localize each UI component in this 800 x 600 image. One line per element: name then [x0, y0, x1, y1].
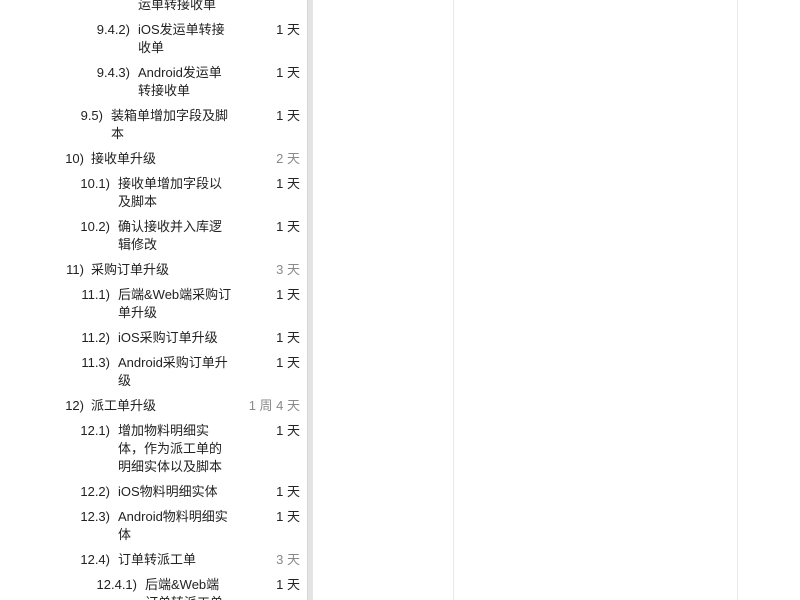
task-number: 10.2)	[80, 219, 110, 234]
task-number: 9.5)	[80, 108, 103, 123]
task-duration: 3 天	[276, 552, 300, 567]
task-number: 11.3)	[81, 355, 110, 370]
task-duration: 1 天	[276, 287, 300, 302]
task-number: 11)	[66, 262, 84, 277]
timeline-panel	[313, 0, 800, 600]
task-number: 9.4.3)	[96, 65, 130, 80]
task-duration: 1 天	[276, 108, 300, 123]
task-duration: 1 天	[276, 509, 300, 524]
task-duration: 1 天	[276, 423, 300, 438]
task-title: 派工单升级	[91, 398, 157, 413]
task-title: 接收单增加字段以及脚本	[118, 176, 223, 209]
task-title: iOS采购订单升级	[118, 330, 218, 345]
task-title: Android采购订单升级	[118, 355, 228, 388]
task-title: Android发运单转接收单	[138, 65, 222, 98]
task-title: iOS发运单转接收单	[138, 22, 225, 55]
task-title: 确认接收并入库逻辑修改	[118, 219, 223, 252]
task-number: 10.1)	[80, 176, 110, 191]
task-duration: 1 天	[276, 484, 300, 499]
task-number: 12.3)	[80, 509, 110, 524]
task-duration: 1 天	[276, 355, 300, 370]
task-number: 12)	[65, 398, 84, 413]
task-title: 采购订单升级	[91, 262, 170, 277]
task-title: 运单转接收单	[138, 0, 217, 12]
task-duration: 1 天	[276, 330, 300, 345]
task-duration: 2 天	[276, 151, 300, 166]
task-title: 订单转派工单	[118, 552, 197, 567]
timeline-column-divider	[453, 0, 454, 600]
task-title: 后端&Web端采购订单升级	[118, 287, 232, 320]
task-duration: 1 天	[276, 65, 300, 80]
task-number: 11.1)	[81, 287, 110, 302]
task-number: 11.2)	[81, 330, 110, 345]
task-number: 9.4.2)	[96, 22, 130, 37]
timeline-column-divider	[737, 0, 738, 600]
task-title: iOS物料明细实体	[118, 484, 218, 499]
task-title: 增加物料明细实体，作为派工单的明细实体以及脚本	[118, 423, 223, 474]
task-title: 装箱单增加字段及脚本	[111, 108, 229, 141]
task-number: 12.4.1)	[96, 577, 137, 592]
task-title: 后端&Web端订单转派工单	[145, 577, 223, 600]
task-duration: 1 天	[276, 22, 300, 37]
task-duration: 1 天	[276, 577, 300, 592]
task-outline-panel: 运单转接收单 9.4.2) iOS发运单转接收单 1 天 9.4.3) Android发运…	[0, 0, 307, 600]
task-number: 12.4)	[80, 552, 110, 567]
task-duration: 1 周 4 天	[248, 398, 300, 413]
task-duration: 1 天	[276, 176, 300, 191]
task-number: 10)	[65, 151, 84, 166]
task-number: 12.2)	[80, 484, 110, 499]
task-title: Android物料明细实体	[118, 509, 228, 542]
task-title: 接收单升级	[91, 151, 157, 166]
task-duration: 1 天	[276, 219, 300, 234]
task-number: 12.1)	[80, 423, 110, 438]
task-duration: 3 天	[276, 262, 300, 277]
